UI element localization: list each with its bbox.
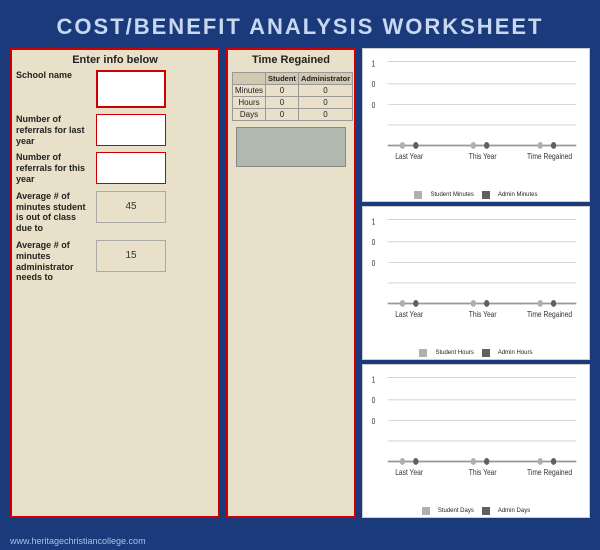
svg-text:Time Regained: Time Regained xyxy=(527,467,572,477)
student-hours-legend-box xyxy=(419,349,427,357)
row-label-hours: Hours xyxy=(233,97,266,109)
table-col-empty xyxy=(233,73,266,85)
table-row-hours: Hours 0 0 xyxy=(233,97,353,109)
svg-text:Time Regained: Time Regained xyxy=(527,309,572,319)
svg-text:This Year: This Year xyxy=(469,309,497,319)
middle-input-box[interactable] xyxy=(236,127,346,167)
row-label-days: Days xyxy=(233,109,266,121)
days-chart-svg: 1 0 0 Last Year This Year Time Regained xyxy=(369,369,583,506)
admin-minutes-legend-label: Admin Minutes xyxy=(498,192,538,198)
svg-text:0: 0 xyxy=(372,100,376,110)
referrals-this-year-row: Number of referrals for this year xyxy=(16,152,214,184)
school-name-input[interactable] xyxy=(96,70,166,108)
table-row-minutes: Minutes 0 0 xyxy=(233,85,353,97)
middle-panel-title: Time Regained xyxy=(232,54,350,66)
avg-admin-minutes-row: Average # of minutes administrator needs… xyxy=(16,240,214,283)
student-minutes-legend-label: Student Minutes xyxy=(430,192,473,198)
admin-days: 0 xyxy=(298,109,352,121)
hours-chart-area: 1 0 0 Last Year This Year Time Regained xyxy=(369,211,583,348)
row-label-minutes: Minutes xyxy=(233,85,266,97)
referrals-last-year-input[interactable] xyxy=(96,114,166,146)
admin-minutes-legend-box xyxy=(482,191,490,199)
svg-text:1: 1 xyxy=(372,217,376,227)
days-chart-legend: Student Days Admin Days xyxy=(369,507,583,515)
left-panel-title: Enter info below xyxy=(16,54,214,66)
admin-minutes: 0 xyxy=(298,85,352,97)
admin-hours-legend-box xyxy=(482,349,490,357)
admin-days-legend-box xyxy=(482,507,490,515)
page-title: COST/BENEFIT ANALYSIS WORKSHEET xyxy=(0,0,600,48)
student-hours-legend-label: Student Hours xyxy=(435,350,473,356)
hours-chart-box: 1 0 0 Last Year This Year Time Regained xyxy=(362,206,590,360)
minutes-chart-area: 1 0 0 Last Year This Year Time Regained xyxy=(369,53,583,190)
svg-text:0: 0 xyxy=(372,258,376,268)
table-col-admin: Administrator xyxy=(298,73,352,85)
avg-student-minutes-label: Average # of minutes student is out of c… xyxy=(16,191,96,234)
student-days-legend-label: Student Days xyxy=(438,508,474,514)
admin-days-legend-label: Admin Days xyxy=(498,508,530,514)
main-content: Enter info below School name Number of r… xyxy=(0,48,600,518)
right-panel: 1 0 0 Last Year This Year Time Regained xyxy=(362,48,590,518)
referrals-this-year-input[interactable] xyxy=(96,152,166,184)
svg-text:0: 0 xyxy=(372,237,376,247)
minutes-chart-box: 1 0 0 Last Year This Year Time Regained xyxy=(362,48,590,202)
svg-text:0: 0 xyxy=(372,416,376,426)
avg-admin-minutes-value: 15 xyxy=(96,240,166,272)
svg-text:Last Year: Last Year xyxy=(395,151,423,161)
admin-hours-legend-label: Admin Hours xyxy=(498,350,533,356)
svg-text:0: 0 xyxy=(372,79,376,89)
avg-admin-minutes-label: Average # of minutes administrator needs… xyxy=(16,240,96,283)
student-minutes-legend-box xyxy=(414,191,422,199)
minutes-chart-svg: 1 0 0 Last Year This Year Time Regained xyxy=(369,53,583,190)
hours-chart-legend: Student Hours Admin Hours xyxy=(369,349,583,357)
admin-hours: 0 xyxy=(298,97,352,109)
table-row-days: Days 0 0 xyxy=(233,109,353,121)
svg-text:0: 0 xyxy=(372,395,376,405)
svg-text:This Year: This Year xyxy=(469,151,497,161)
svg-text:This Year: This Year xyxy=(469,467,497,477)
student-days-legend-box xyxy=(422,507,430,515)
svg-text:Last Year: Last Year xyxy=(395,309,423,319)
footer-url: www.heritagechristiancollege.com xyxy=(10,536,146,546)
svg-text:Last Year: Last Year xyxy=(395,467,423,477)
referrals-last-year-row: Number of referrals for last year xyxy=(16,114,214,146)
table-col-student: Student xyxy=(266,73,299,85)
left-panel: Enter info below School name Number of r… xyxy=(10,48,220,518)
days-chart-box: 1 0 0 Last Year This Year Time Regained xyxy=(362,364,590,518)
referrals-last-year-label: Number of referrals for last year xyxy=(16,114,96,146)
student-days: 0 xyxy=(266,109,299,121)
avg-student-minutes-row: Average # of minutes student is out of c… xyxy=(16,191,214,234)
referrals-this-year-label: Number of referrals for this year xyxy=(16,152,96,184)
middle-panel: Time Regained Student Administrator Minu… xyxy=(226,48,356,518)
days-chart-area: 1 0 0 Last Year This Year Time Regained xyxy=(369,369,583,506)
time-regained-table: Student Administrator Minutes 0 0 Hours … xyxy=(232,72,353,121)
school-name-row: School name xyxy=(16,70,214,108)
student-minutes: 0 xyxy=(266,85,299,97)
minutes-chart-legend: Student Minutes Admin Minutes xyxy=(369,191,583,199)
avg-student-minutes-value: 45 xyxy=(96,191,166,223)
school-name-label: School name xyxy=(16,70,96,81)
svg-text:Time Regained: Time Regained xyxy=(527,151,572,161)
svg-text:1: 1 xyxy=(372,59,376,69)
svg-text:1: 1 xyxy=(372,375,376,385)
hours-chart-svg: 1 0 0 Last Year This Year Time Regained xyxy=(369,211,583,348)
student-hours: 0 xyxy=(266,97,299,109)
